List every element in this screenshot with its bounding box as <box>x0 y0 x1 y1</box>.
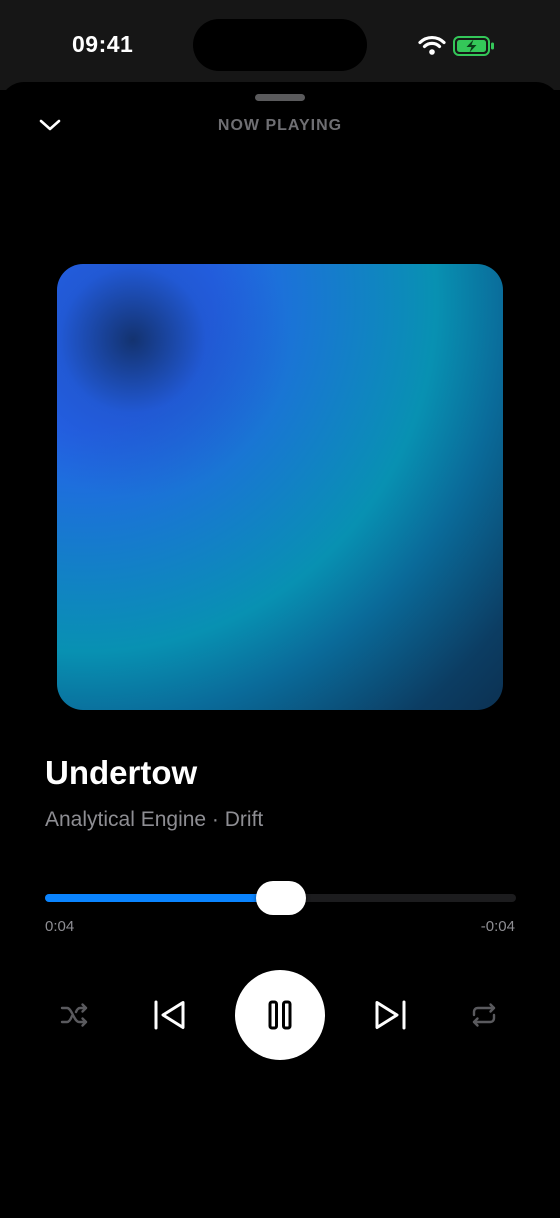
album-artwork <box>57 264 503 710</box>
progress-fill <box>45 894 281 902</box>
battery-charging-icon <box>453 36 494 56</box>
next-button[interactable] <box>365 990 415 1040</box>
track-title: Undertow <box>45 754 198 791</box>
wifi-icon <box>418 35 446 55</box>
now-playing-sheet: NOW PLAYING Undertow Analytical Engine ·… <box>0 82 560 1218</box>
status-bar: 09:41 <box>0 0 560 90</box>
time-remaining: -0:04 <box>480 918 515 935</box>
skip-next-icon <box>375 1000 406 1030</box>
time-elapsed: 0:04 <box>45 918 75 935</box>
progress-slider[interactable] <box>45 881 516 915</box>
progress-thumb[interactable] <box>255 881 306 915</box>
repeat-button[interactable] <box>464 995 504 1035</box>
skip-previous-icon <box>154 1000 185 1030</box>
shuffle-button[interactable] <box>55 995 95 1035</box>
pause-button[interactable] <box>235 970 325 1060</box>
header-title: NOW PLAYING <box>217 117 343 134</box>
repeat-icon <box>472 1003 496 1027</box>
status-time: 09:41 <box>72 31 134 57</box>
previous-button[interactable] <box>145 990 195 1040</box>
sheet-grabber[interactable] <box>255 94 305 101</box>
pause-icon <box>268 1000 292 1030</box>
shuffle-icon <box>60 1003 88 1027</box>
dynamic-island <box>193 19 367 71</box>
track-artist-album[interactable]: Analytical Engine · Drift <box>45 808 263 832</box>
